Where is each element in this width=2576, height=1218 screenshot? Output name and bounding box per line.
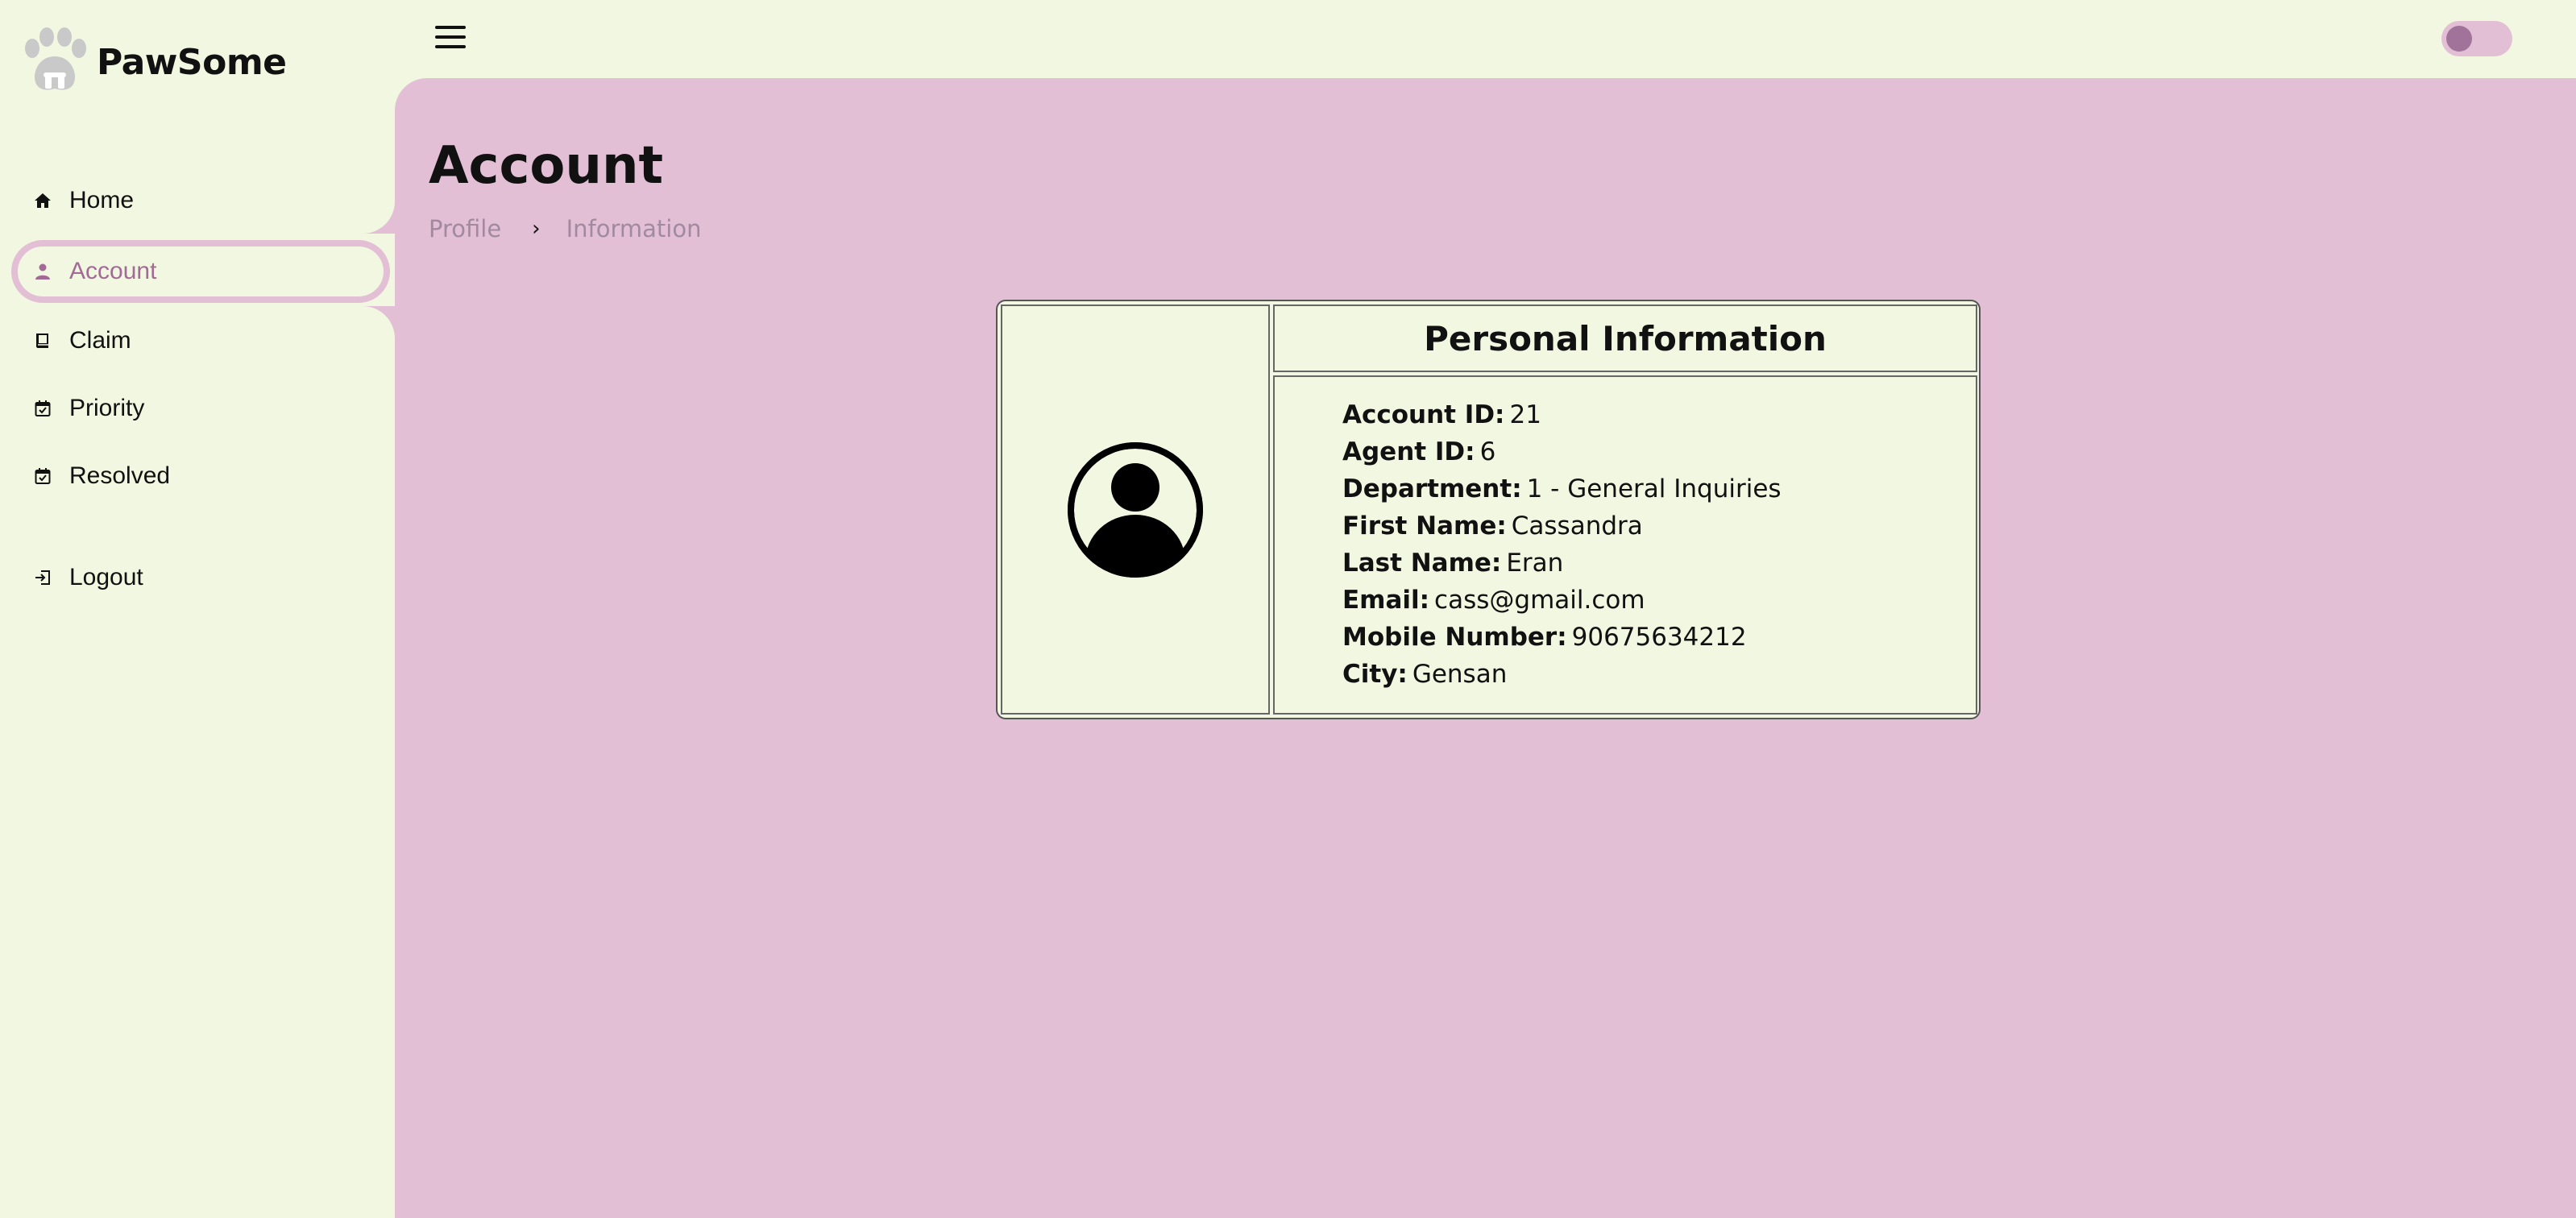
sidebar: PawSome Home Account Claim Priority Reso…: [0, 0, 395, 1218]
info-row-account-id: Account ID: 21: [1342, 396, 1782, 433]
sidebar-item-logout[interactable]: Logout: [11, 546, 390, 609]
sidebar-item-home[interactable]: Home: [11, 169, 390, 232]
field-label: Agent ID:: [1342, 437, 1475, 466]
hamburger-icon[interactable]: [433, 23, 469, 55]
field-label: Account ID:: [1342, 400, 1505, 429]
nav-corner-decoration: [355, 193, 395, 234]
card-title: Personal Information: [1424, 318, 1827, 358]
breadcrumb-information[interactable]: Information: [566, 215, 702, 242]
info-row-email: Email: cass@gmail.com: [1342, 582, 1782, 619]
chevron-right-icon: ›: [532, 217, 541, 241]
info-row-city: City: Gensan: [1342, 656, 1782, 693]
main-content: Account Profile › Information Personal I…: [395, 78, 2576, 1218]
breadcrumb: Profile › Information: [429, 215, 701, 242]
field-value: 6: [1479, 437, 1496, 466]
user-circle-icon: [1068, 441, 1203, 578]
calendar-icon: [32, 466, 53, 487]
breadcrumb-profile[interactable]: Profile: [429, 215, 501, 242]
brand[interactable]: PawSome: [15, 26, 287, 98]
sidebar-item-label: Logout: [69, 564, 143, 590]
avatar-cell: [1001, 304, 1270, 715]
info-row-department: Department: 1 - General Inquiries: [1342, 470, 1782, 508]
nav-corner-decoration: [355, 306, 395, 346]
field-value: 90675634212: [1571, 623, 1747, 652]
toggle-knob: [2446, 26, 2472, 52]
field-value: cass@gmail.com: [1434, 586, 1645, 615]
sidebar-item-resolved[interactable]: Resolved: [11, 445, 390, 508]
card-header: Personal Information: [1273, 304, 1977, 372]
topbar: [395, 0, 2576, 78]
card-body: Account ID: 21 Agent ID: 6 Department: 1 - …: [1273, 375, 1977, 715]
info-row-first-name: First Name: Cassandra: [1342, 508, 1782, 545]
sidebar-item-label: Home: [69, 187, 135, 213]
field-value: 21: [1509, 400, 1541, 429]
field-label: First Name:: [1342, 512, 1507, 541]
field-value: 1 - General Inquiries: [1526, 474, 1782, 503]
home-icon: [32, 190, 53, 211]
field-label: Mobile Number:: [1342, 623, 1567, 652]
field-label: Last Name:: [1342, 549, 1502, 578]
sidebar-item-account[interactable]: Account: [11, 240, 390, 303]
field-label: City:: [1342, 660, 1408, 689]
field-label: Email:: [1342, 586, 1430, 615]
page-title: Account: [429, 136, 664, 196]
field-label: Department:: [1342, 474, 1522, 503]
sidebar-item-label: Priority: [69, 395, 145, 421]
logout-icon: [32, 567, 53, 588]
info-row-mobile-number: Mobile Number: 90675634212: [1342, 619, 1782, 656]
sidebar-item-label: Account: [69, 258, 157, 284]
field-value: Eran: [1506, 549, 1564, 578]
calendar-icon: [32, 398, 53, 419]
info-row-last-name: Last Name: Eran: [1342, 545, 1782, 582]
theme-toggle[interactable]: [2441, 21, 2512, 56]
field-value: Cassandra: [1511, 512, 1643, 541]
field-value: Gensan: [1412, 660, 1508, 689]
sidebar-item-label: Claim: [69, 327, 131, 354]
sidebar-item-priority[interactable]: Priority: [11, 377, 390, 440]
sidebar-item-claim[interactable]: Claim: [11, 309, 390, 372]
sidebar-item-label: Resolved: [69, 462, 171, 489]
book-icon: [32, 330, 53, 351]
brand-name: PawSome: [97, 41, 287, 83]
paw-logo-icon: [25, 27, 86, 90]
person-icon: [32, 261, 53, 282]
personal-info-card: Personal Information Account ID: 21 Agent…: [996, 300, 1981, 719]
info-row-agent-id: Agent ID: 6: [1342, 433, 1782, 470]
info-list: Account ID: 21 Agent ID: 6 Department: 1 - …: [1342, 396, 1782, 693]
